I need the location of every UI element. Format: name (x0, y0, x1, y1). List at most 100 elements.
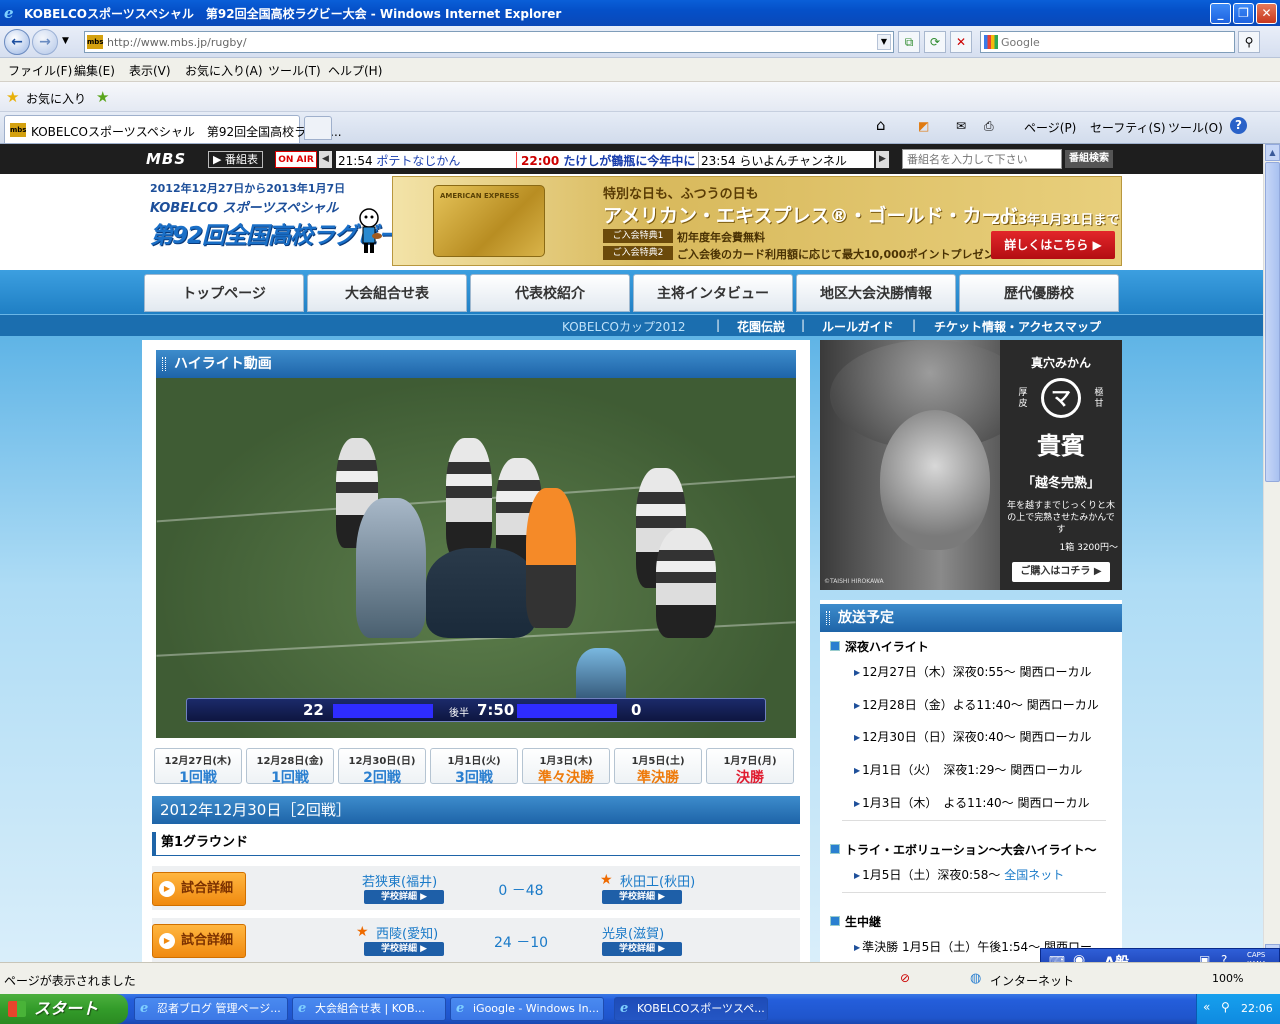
feeds-icon[interactable]: ◩ (918, 119, 929, 133)
menu-edit[interactable]: 編集(E) (74, 62, 115, 79)
school-detail-button[interactable]: 学校詳細 ▶ (602, 890, 682, 904)
ticker-next-icon[interactable]: ▶ (876, 151, 889, 168)
nav-top[interactable]: トップページ (144, 274, 304, 312)
zoom-level[interactable]: 100% (1212, 972, 1243, 985)
close-button[interactable]: ✕ (1256, 3, 1277, 24)
mbs-logo[interactable]: MBS (146, 150, 186, 168)
mail-icon[interactable]: ✉ (956, 119, 966, 133)
maximize-button[interactable]: ❐ (1233, 3, 1254, 24)
minimize-button[interactable]: _ (1210, 3, 1231, 24)
round-tab-0107[interactable]: 1月7日(月) 決勝 (706, 748, 794, 786)
back-button[interactable]: ← (4, 29, 30, 55)
favorites-button[interactable]: お気に入り (26, 90, 86, 107)
round-tab-0105[interactable]: 1月5日(土) 準決勝 (614, 748, 702, 786)
round-tab-0101[interactable]: 1月1日(火) 3回戦 (430, 748, 518, 786)
scroll-thumb[interactable] (1265, 162, 1280, 482)
program-search-button[interactable]: 番組検索 (1065, 150, 1113, 168)
school-detail-button[interactable]: 学校詳細 ▶ (602, 942, 682, 956)
match-right-team[interactable]: 秋田工(秋田) (620, 871, 695, 890)
menu-help[interactable]: ヘルプ(H) (328, 62, 382, 79)
school-detail-button[interactable]: 学校詳細 ▶ (364, 942, 444, 956)
ticker-item[interactable]: 21:54 ポテトなじかん (338, 152, 460, 168)
menu-favorites[interactable]: お気に入り(A) (185, 62, 263, 79)
round-tab-0103[interactable]: 1月3日(木) 準々決勝 (522, 748, 610, 786)
highlight-video-player[interactable]: 22 後半 7:50 0 (156, 378, 796, 738)
ticker-prev-icon[interactable]: ◀ (319, 151, 332, 168)
menu-view[interactable]: 表示(V) (129, 62, 171, 79)
photo-face (880, 410, 990, 550)
page-menu[interactable]: ページ(P) (1024, 119, 1076, 136)
mikan-buy-button[interactable]: ご購入はコチラ ▶ (1012, 562, 1110, 582)
vertical-scrollbar[interactable]: ▲ ▼ (1263, 144, 1280, 962)
taskbar-item-active[interactable]: e KOBELCOスポーツスペ... (614, 997, 768, 1021)
match-right-team[interactable]: 光泉(滋賀) (602, 923, 664, 942)
start-button[interactable]: スタート (0, 994, 128, 1024)
nationwide-link[interactable]: 全国ネット (1004, 868, 1064, 882)
url-dropdown-icon[interactable]: ▼ (877, 34, 891, 50)
program-guide-button[interactable]: ▶ 番組表 (208, 151, 263, 168)
search-input[interactable] (1001, 33, 1231, 51)
print-icon[interactable]: ⎙ (984, 119, 994, 134)
benefit1-badge: ご入会特典1 (603, 229, 673, 243)
round-tab-1228[interactable]: 12月28日(金) 1回戦 (246, 748, 334, 786)
subnav-ticket-access[interactable]: チケット情報・アクセスマップ (934, 318, 1101, 335)
popup-blocked-icon[interactable]: ⊘ (900, 971, 910, 985)
ticker-item[interactable]: 22:00 たけしが鶴瓶に今年中に (516, 152, 695, 168)
ruck (426, 548, 536, 638)
taskbar-item[interactable]: e 大会組合せ表 | KOB... (292, 997, 446, 1021)
global-nav: トップページ 大会組合せ表 代表校紹介 主将インタビュー 地区大会決勝情報 歴代… (0, 270, 1263, 314)
refresh-icon[interactable]: ⟳ (924, 31, 946, 53)
nav-bracket[interactable]: 大会組合せ表 (307, 274, 467, 312)
stop-icon[interactable]: ✕ (950, 31, 972, 53)
tournament-logo[interactable]: 2012年12月27日から2013年1月7日 KOBELCO スポーツスペシャル… (150, 180, 445, 266)
round-tab-1230[interactable]: 12月30日(日) 2回戦 (338, 748, 426, 786)
nav-captain-interview[interactable]: 主将インタビュー (633, 274, 793, 312)
mikan-ad[interactable]: 真穴みかん 厚皮 マ 極甘 貴賓 「越冬完熟」 年を越すまでじっくりと木の上で完… (820, 340, 1122, 590)
nav-regional-finals[interactable]: 地区大会決勝情報 (796, 274, 956, 312)
winner-star-icon: ★ (356, 924, 369, 940)
tray-search-icon[interactable]: ⚲ (1221, 1000, 1230, 1014)
tab-current[interactable]: mbs KOBELCOスポーツスペシャル 第92回全国高校ラグビ... (4, 115, 342, 143)
tools-menu[interactable]: ツール(O) (1168, 119, 1223, 136)
favorites-star-icon[interactable]: ★ (6, 88, 19, 106)
search-icon[interactable]: ⚲ (1238, 31, 1260, 53)
menu-file[interactable]: ファイル(F) (8, 62, 72, 79)
help-icon[interactable]: ? (1230, 117, 1247, 134)
schedule-group-heading: 深夜ハイライト (830, 638, 929, 655)
mikan-side-right: 極甘 (1094, 388, 1104, 409)
gold-card-image: AMERICAN EXPRESS (433, 185, 545, 257)
home-icon[interactable]: ⌂ (876, 116, 886, 134)
school-detail-button[interactable]: 学校詳細 ▶ (364, 890, 444, 904)
new-tab-button[interactable] (304, 116, 332, 140)
program-search-input[interactable] (902, 149, 1062, 169)
match-left-team[interactable]: 若狭東(福井) (362, 871, 437, 890)
forward-button[interactable]: → (32, 29, 58, 55)
scroll-up-icon[interactable]: ▲ (1265, 144, 1280, 161)
url-input[interactable]: mbs http://www.mbs.jp/rugby/ ▼ (84, 31, 894, 53)
subnav-kobelco-cup[interactable]: KOBELCOカップ2012 (562, 318, 686, 335)
safety-menu[interactable]: セーフティ(S) (1090, 119, 1166, 136)
match-detail-button[interactable]: 試合詳細 (152, 872, 246, 906)
subnav-separator: | (912, 318, 917, 332)
round-tab-1227[interactable]: 12月27日(木) 1回戦 (154, 748, 242, 786)
subnav-legend[interactable]: 花園伝説 (737, 318, 785, 335)
ad-detail-button[interactable]: 詳しくはこちら ▶ (991, 231, 1115, 259)
taskbar-item[interactable]: e 忍者ブログ 管理ページ... (134, 997, 288, 1021)
tray-arrow-icon[interactable]: « (1203, 1000, 1210, 1014)
status-bar: ページが表示されました ⊘ ◍ インターネット 100% (0, 962, 1280, 994)
subnav-rule-guide[interactable]: ルールガイド (822, 318, 894, 335)
match-left-team[interactable]: 西陵(愛知) (376, 923, 438, 942)
amex-gold-ad[interactable]: AMERICAN EXPRESS 特別な日も、ふつうの日も アメリカン・エキスプ… (392, 176, 1122, 266)
favorites-bar: ★ お気に入り ★ (0, 82, 1280, 112)
compat-view-icon[interactable]: ⧉ (898, 31, 920, 53)
ie-icon: e (620, 1001, 629, 1016)
menu-tools[interactable]: ツール(T) (268, 62, 321, 79)
search-box[interactable] (980, 31, 1235, 53)
nav-schools[interactable]: 代表校紹介 (470, 274, 630, 312)
match-detail-button[interactable]: 試合詳細 (152, 924, 246, 958)
history-dropdown-icon[interactable]: ▼ (62, 36, 69, 46)
taskbar-item[interactable]: e iGoogle - Windows In... (450, 997, 604, 1021)
add-favorite-icon[interactable]: ★ (96, 88, 109, 106)
nav-past-winners[interactable]: 歴代優勝校 (959, 274, 1119, 312)
ticker-item[interactable]: 23:54 らいよんチャンネル (698, 152, 847, 168)
